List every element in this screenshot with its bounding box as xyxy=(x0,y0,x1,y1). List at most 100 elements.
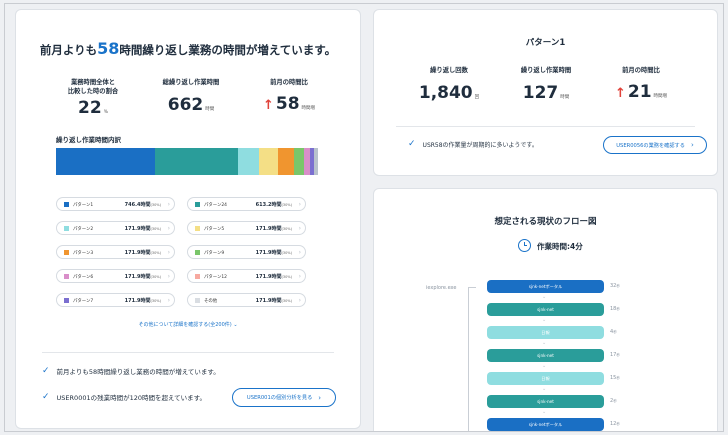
pattern-value: 171.9時間(30%) xyxy=(255,274,292,280)
flow-step[interactable]: sjnk-net xyxy=(487,395,604,408)
color-swatch xyxy=(195,202,200,207)
pattern-value: 171.9時間(30%) xyxy=(255,250,292,256)
pattern-name: パターン9 xyxy=(204,250,225,256)
flow-step[interactable]: sjnk-net xyxy=(487,303,604,316)
color-swatch xyxy=(64,250,69,255)
check-icon: ✓ xyxy=(42,366,50,376)
pattern-title: パターン1 xyxy=(525,38,566,48)
insight-item: ✓ USER0001の残業時間が120時間を超えています。 xyxy=(42,392,207,402)
breakdown-title: 繰り返し作業時間内訳 xyxy=(56,136,121,144)
flow-step[interactable]: sjnk-net xyxy=(487,349,604,362)
check-icon: ✓ xyxy=(42,392,50,402)
flow-step[interactable]: 日報 xyxy=(487,372,604,385)
pattern-item[interactable]: パターン7 171.9時間(30%) › xyxy=(56,293,175,307)
flow-title: 想定される現状のフロー図 xyxy=(494,217,597,227)
pattern-name: パターン12 xyxy=(204,274,227,280)
flow-arrow-icon: ⌄ xyxy=(542,409,547,415)
step-duration: 12秒 xyxy=(610,421,620,427)
pattern-item[interactable]: パターン6 171.9時間(30%) › xyxy=(56,269,175,283)
pattern-item[interactable]: その他 171.9時間(30%) › xyxy=(187,293,306,307)
color-swatch xyxy=(64,226,69,231)
flow-arrow-icon: ⌄ xyxy=(542,363,547,369)
pattern-item[interactable]: パターン3 171.9時間(30%) › xyxy=(56,245,175,259)
chevron-right-icon: › xyxy=(298,224,301,232)
breakdown-segment xyxy=(258,148,278,175)
pattern-item[interactable]: パターン24 613.2時間(30%) › xyxy=(187,197,306,211)
chevron-right-icon: › xyxy=(167,200,170,208)
chevron-right-icon: › xyxy=(298,272,301,280)
clock-icon xyxy=(518,239,531,252)
pattern-value: 171.9時間(30%) xyxy=(124,274,161,280)
color-swatch xyxy=(64,274,69,279)
pattern-value: 613.2時間(30%) xyxy=(255,202,292,208)
pattern-value: 171.9時間(30%) xyxy=(124,298,161,304)
check-user-button[interactable]: USER0056の業務を確認する › xyxy=(603,136,707,154)
stat-share: 業務時間全体と 比較した時の割合 22% xyxy=(58,79,128,118)
stat-value: 22% xyxy=(78,98,108,118)
step-duration: 4秒 xyxy=(610,329,617,335)
headline-hours: 58 xyxy=(97,39,120,58)
stat-label: 総繰り返し作業時間 xyxy=(162,79,220,86)
show-more-link[interactable]: その他について詳細を確認する(全200件) ⌄ xyxy=(16,321,360,328)
headline-prefix: 前月よりも xyxy=(39,43,98,57)
breakdown-segment xyxy=(277,148,294,175)
pattern-name: パターン1 xyxy=(73,202,94,208)
pattern-item[interactable]: パターン2 171.9時間(30%) › xyxy=(56,221,175,235)
flow-step[interactable]: sjnk-netポータル xyxy=(487,418,604,431)
color-swatch xyxy=(195,298,200,303)
check-icon: ✓ xyxy=(408,139,416,149)
flow-arrow-icon: ⌄ xyxy=(542,294,547,300)
stat-repeat-count: 繰り返し回数 1,840 回 xyxy=(418,67,480,103)
flow-step[interactable]: 日報 xyxy=(487,326,604,339)
divider xyxy=(42,352,334,353)
stat-month-diff: 前月の時間比 ↑ 58 時間増 xyxy=(254,79,324,114)
breakdown-segment xyxy=(56,148,155,175)
flow-arrow-icon: ⌄ xyxy=(542,317,547,323)
color-swatch xyxy=(195,226,200,231)
stat-label: 業務時間全体と 比較した時の割合 xyxy=(67,79,119,95)
pattern-item[interactable]: パターン1 746.4時間(30%) › xyxy=(56,197,175,211)
pattern-name: パターン6 xyxy=(73,274,94,280)
chevron-right-icon: › xyxy=(167,272,170,280)
up-arrow-icon: ↑ xyxy=(262,97,274,113)
work-time: 作業時間:4分 xyxy=(537,242,583,251)
breakdown-segment xyxy=(293,148,305,175)
color-swatch xyxy=(64,202,69,207)
dashboard-frame: 前月よりも58時間繰り返し業務の時間が増えています。 業務時間全体と 比較した時… xyxy=(4,3,724,432)
chevron-right-icon: › xyxy=(298,296,301,304)
stat-repeat-time: 繰り返し作業時間 127 時間 xyxy=(520,67,572,103)
pattern-detail-card: パターン1 繰り返し回数 1,840 回 繰り返し作業時間 127 時間 前月の時間… xyxy=(373,9,718,176)
stat-value: ↑ 58 時間増 xyxy=(262,93,316,114)
pattern-item[interactable]: パターン9 171.9時間(30%) › xyxy=(187,245,306,259)
pattern-name: パターン5 xyxy=(204,226,225,232)
stat-label: 前月の時間比 xyxy=(270,79,308,86)
user-analysis-button[interactable]: USER001の個別分析を見る › xyxy=(232,388,336,407)
insight-item: ✓ USR58の作業量が周期的に多いようです。 xyxy=(408,139,538,149)
step-duration: 32秒 xyxy=(610,283,620,289)
pattern-item[interactable]: パターン12 171.9時間(30%) › xyxy=(187,269,306,283)
flow-arrow-icon: ⌄ xyxy=(542,340,547,346)
pattern-name: パターン24 xyxy=(204,202,227,208)
flow-arrow-icon: ⌄ xyxy=(542,386,547,392)
step-duration: 2秒 xyxy=(610,398,617,404)
flow-diagram-card: 想定される現状のフロー図 作業時間:4分 iexplore.exe sjnk-n… xyxy=(373,188,718,431)
insight-item: ✓ 前月よりも58時間繰り返し業務の時間が増えています。 xyxy=(42,366,220,376)
summary-card: 前月よりも58時間繰り返し業務の時間が増えています。 業務時間全体と 比較した時… xyxy=(15,9,361,429)
chevron-right-icon: › xyxy=(318,393,322,402)
step-duration: 15秒 xyxy=(610,375,620,381)
breakdown-stacked-bar xyxy=(56,148,323,175)
flow-step[interactable]: sjnk-netポータル xyxy=(487,280,604,293)
stat-total-time: 総繰り返し作業時間 662 時間 xyxy=(156,79,226,115)
chevron-right-icon: › xyxy=(298,248,301,256)
chevron-right-icon: › xyxy=(298,200,301,208)
pattern-name: パターン3 xyxy=(73,250,94,256)
chevron-right-icon: › xyxy=(167,296,170,304)
app-label: iexplore.exe xyxy=(426,285,457,291)
pattern-item[interactable]: パターン5 171.9時間(30%) › xyxy=(187,221,306,235)
stat-month-diff: 前月の時間比 ↑ 21 時間増 xyxy=(614,67,668,102)
step-duration: 18秒 xyxy=(610,306,620,312)
chevron-right-icon: › xyxy=(167,224,170,232)
step-duration: 17秒 xyxy=(610,352,620,358)
breakdown-segment xyxy=(154,148,238,175)
chevron-right-icon: › xyxy=(167,248,170,256)
